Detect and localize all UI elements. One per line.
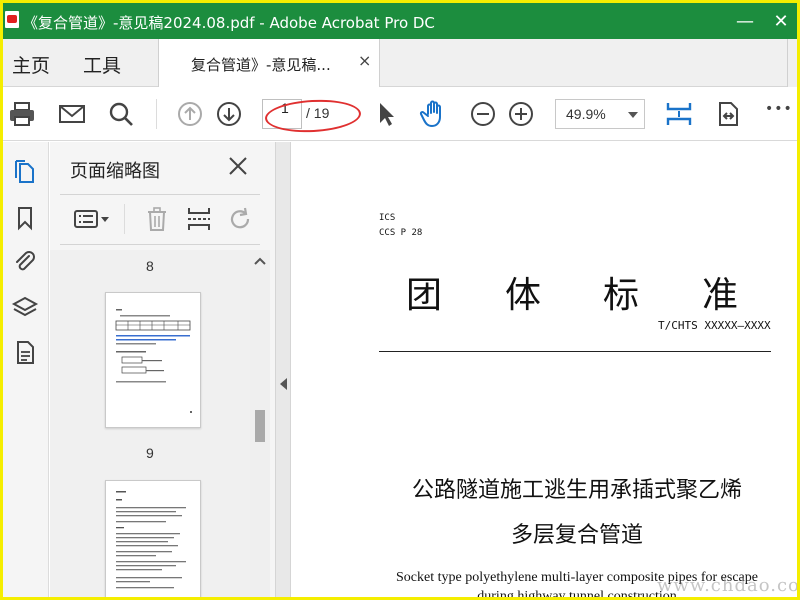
content-icon[interactable] <box>11 338 39 366</box>
title-bar: 《复合管道》-意见稿2024.08.pdf - Adobe Acrobat Pr… <box>3 3 797 39</box>
menu-tab-row: 主页 工具 复合管道》-意见稿... × <box>3 39 797 87</box>
doc-heading-char: 团 <box>406 275 443 316</box>
minimize-button[interactable]: — <box>727 3 763 39</box>
zoom-out-icon[interactable] <box>468 99 498 129</box>
doc-title-line-2: 多层复合管道 <box>510 523 643 548</box>
page-thumbnails-icon[interactable] <box>11 158 39 186</box>
layers-icon[interactable] <box>11 294 39 322</box>
doc-heading-char: 准 <box>702 275 739 316</box>
close-window-button[interactable]: ✕ <box>763 3 797 39</box>
select-cursor-icon[interactable] <box>371 99 401 129</box>
page-thumbnail[interactable] <box>105 480 201 597</box>
thumbnail-page-number: 9 <box>146 445 154 461</box>
page-thumbnail[interactable] <box>105 292 201 428</box>
print-icon[interactable] <box>7 99 37 129</box>
left-navigation-rail <box>3 142 49 597</box>
hand-tool-icon[interactable] <box>419 99 449 129</box>
previous-page-icon[interactable] <box>175 99 205 129</box>
zoom-in-icon[interactable] <box>506 99 536 129</box>
document-tab-close-button[interactable]: × <box>358 51 371 70</box>
doc-horizontal-rule <box>379 351 771 352</box>
toolbar-separator <box>156 99 157 129</box>
zoom-level-dropdown[interactable]: 49.9% <box>555 99 645 129</box>
thumbnail-options-icon[interactable] <box>72 204 112 234</box>
main-toolbar: 1 / 19 49.9% ••• <box>3 87 797 141</box>
window-title: 《复合管道》-意见稿2024.08.pdf - Adobe Acrobat Pr… <box>23 14 435 32</box>
tabrow-edge <box>787 39 797 87</box>
panel-divider <box>60 194 260 195</box>
document-tab[interactable]: 复合管道》-意见稿... × <box>158 39 380 87</box>
doc-heading-char: 标 <box>603 275 640 316</box>
doc-heading-char: 体 <box>505 275 542 316</box>
attachment-icon[interactable] <box>11 248 39 276</box>
doc-standard-number: T/CHTS XXXXX—XXXX <box>658 319 771 332</box>
tab-home[interactable]: 主页 <box>12 51 50 78</box>
thumbnail-scrollbar[interactable] <box>250 250 270 597</box>
document-tab-label: 复合管道》-意见稿... <box>191 56 331 74</box>
fit-page-icon[interactable] <box>664 99 694 129</box>
app-window: 《复合管道》-意见稿2024.08.pdf - Adobe Acrobat Pr… <box>0 0 800 600</box>
document-view: ICS CCS P 28 团 体 标 准 T/CHTS XXXXX—XXXX 公… <box>292 142 797 597</box>
scroll-up-icon[interactable] <box>253 256 267 266</box>
doc-title-line-1: 公路隧道施工逃生用承插式聚乙烯 <box>411 478 742 503</box>
panel-toolbar-separator <box>124 204 125 234</box>
thumbnails-list: 8 9 <box>50 250 250 597</box>
next-page-icon[interactable] <box>214 99 244 129</box>
bookmark-icon[interactable] <box>11 204 39 232</box>
page-tools-icon[interactable] <box>713 99 743 129</box>
insert-page-icon[interactable] <box>184 204 214 234</box>
panel-splitter[interactable] <box>275 142 291 597</box>
more-options-button[interactable]: ••• <box>765 101 793 117</box>
thumbnail-page-number: 8 <box>146 258 154 274</box>
zoom-level-value: 49.9% <box>566 106 606 122</box>
thumbnail-panel: 页面缩略图 8 9 <box>50 142 275 597</box>
close-panel-icon[interactable] <box>226 154 250 178</box>
panel-title: 页面缩略图 <box>70 161 160 182</box>
search-icon[interactable] <box>106 99 136 129</box>
acrobat-app-icon <box>5 11 19 28</box>
tab-tools[interactable]: 工具 <box>83 51 121 78</box>
rotate-icon[interactable] <box>226 204 256 234</box>
watermark-text: www.chdao.com <box>657 575 800 596</box>
doc-ics: ICS <box>379 213 396 223</box>
collapse-arrow-icon[interactable] <box>280 378 287 390</box>
doc-ccs: CCS P 28 <box>379 228 423 238</box>
panel-divider <box>60 244 260 245</box>
scrollbar-thumb[interactable] <box>255 410 265 442</box>
thumbnail-content <box>115 309 192 413</box>
trash-icon[interactable] <box>142 204 172 234</box>
thumbnail-content <box>116 491 186 589</box>
mail-icon[interactable] <box>57 99 87 129</box>
chevron-down-icon <box>628 112 638 118</box>
